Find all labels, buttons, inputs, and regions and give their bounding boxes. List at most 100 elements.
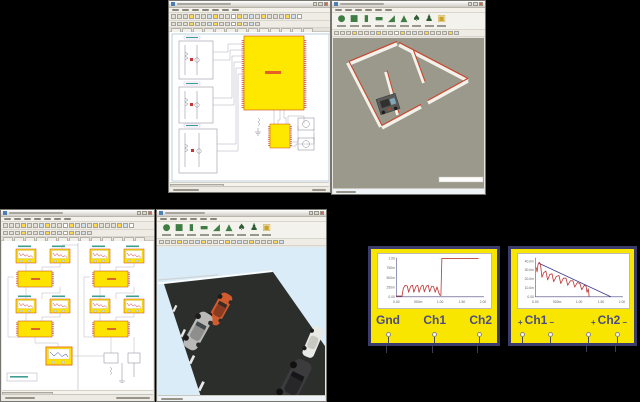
sheet-tab[interactable]: [237, 28, 247, 32]
titlebar[interactable]: [332, 1, 485, 8]
sheet-tab[interactable]: [135, 237, 145, 241]
toolbar-button[interactable]: [207, 240, 212, 245]
maximize-button[interactable]: [142, 211, 147, 215]
toolbar-button[interactable]: [189, 240, 194, 245]
toolbar-button[interactable]: [171, 240, 176, 245]
toolbar-button[interactable]: [207, 22, 212, 27]
toolbar-button[interactable]: [430, 31, 435, 36]
ic-block[interactable]: [93, 321, 129, 337]
toolbar-button[interactable]: [418, 31, 423, 36]
viewport-scrollbar[interactable]: [439, 177, 483, 182]
toolbar-button[interactable]: [129, 223, 134, 228]
toolbar-button[interactable]: [33, 231, 38, 236]
toolbar-button[interactable]: [123, 223, 128, 228]
toolbar-button[interactable]: [237, 14, 242, 19]
menu-item[interactable]: [34, 218, 41, 220]
mini-scope[interactable]: [50, 249, 70, 263]
menu-item[interactable]: [375, 9, 382, 11]
menu-item[interactable]: [24, 218, 31, 220]
toolbar-button[interactable]: [183, 14, 188, 19]
sheet-tab[interactable]: [102, 237, 112, 241]
menu-item[interactable]: [385, 9, 392, 11]
sheet-tab[interactable]: [14, 237, 24, 241]
titlebar[interactable]: [169, 1, 330, 8]
menu-item[interactable]: [172, 9, 179, 11]
toolbar-button[interactable]: [237, 240, 242, 245]
toolbar-button[interactable]: [243, 14, 248, 19]
menu-item[interactable]: [54, 218, 61, 220]
minimize-button[interactable]: [137, 211, 142, 215]
sheet-tab[interactable]: [36, 237, 46, 241]
toolbar-button[interactable]: [400, 31, 405, 36]
cylinder-tool-button[interactable]: ▮: [362, 14, 371, 27]
toolbar-button[interactable]: [364, 31, 369, 36]
motor-driver-ic[interactable]: [269, 124, 291, 148]
toolbar-button[interactable]: [177, 22, 182, 27]
schematic-canvas[interactable]: [2, 241, 153, 392]
toolbar-button[interactable]: [279, 14, 284, 19]
toolbar-button[interactable]: [225, 240, 230, 245]
toolbar-button[interactable]: [63, 223, 68, 228]
toolbar-button[interactable]: [267, 240, 272, 245]
maze-viewport[interactable]: [333, 38, 484, 189]
toolbar-button[interactable]: [207, 14, 212, 19]
cube-tool-button[interactable]: ■: [350, 14, 359, 27]
toolbar-button[interactable]: [255, 240, 260, 245]
toolbar-button[interactable]: [3, 231, 8, 236]
sheet-tab[interactable]: [91, 237, 101, 241]
toolbar-button[interactable]: [448, 31, 453, 36]
toolbar-button[interactable]: [267, 14, 272, 19]
menu-item[interactable]: [170, 218, 177, 220]
sheet-tab[interactable]: [25, 237, 35, 241]
figure-tool-button[interactable]: ♟: [425, 14, 434, 27]
toolbar-button[interactable]: [3, 223, 8, 228]
toolbar-button[interactable]: [388, 31, 393, 36]
close-button[interactable]: [324, 2, 329, 6]
toolbar-button[interactable]: [225, 22, 230, 27]
toolbar-button[interactable]: [255, 22, 260, 27]
mcu-ic[interactable]: [243, 36, 305, 110]
toolbar-button[interactable]: [81, 231, 86, 236]
sheet-tab[interactable]: [281, 28, 291, 32]
material-tool-button[interactable]: ▣: [262, 223, 271, 236]
pyramid-tool-button[interactable]: ▲: [400, 14, 409, 27]
toolbar-button[interactable]: [171, 22, 176, 27]
toolbar-button[interactable]: [279, 240, 284, 245]
toolbar-button[interactable]: [45, 223, 50, 228]
material-tool-button[interactable]: ▣: [437, 14, 446, 27]
menu-item[interactable]: [190, 218, 197, 220]
toolbar-button[interactable]: [21, 223, 26, 228]
sheet-tab[interactable]: [171, 28, 181, 32]
menu-item[interactable]: [4, 218, 11, 220]
tree-tool-button[interactable]: ♠: [412, 14, 421, 27]
figure-tool-button[interactable]: ♟: [250, 223, 259, 236]
toolbar-button[interactable]: [195, 14, 200, 19]
menu-item[interactable]: [14, 218, 21, 220]
toolbar-button[interactable]: [165, 240, 170, 245]
toolbar-button[interactable]: [243, 22, 248, 27]
sheet-tab[interactable]: [113, 237, 123, 241]
close-button[interactable]: [479, 2, 484, 6]
mini-scope[interactable]: [124, 299, 144, 313]
menu-item[interactable]: [222, 9, 229, 11]
toolbar-button[interactable]: [9, 223, 14, 228]
toolbar-button[interactable]: [189, 22, 194, 27]
toolbar-button[interactable]: [117, 223, 122, 228]
toolbar-button[interactable]: [51, 231, 56, 236]
toolbar-button[interactable]: [27, 231, 32, 236]
toolbar-button[interactable]: [237, 22, 242, 27]
toolbar-button[interactable]: [93, 223, 98, 228]
menu-item[interactable]: [182, 9, 189, 11]
cube-tool-button[interactable]: ■: [175, 223, 184, 236]
toolbar-button[interactable]: [213, 14, 218, 19]
menu-item[interactable]: [202, 9, 209, 11]
toolbar-button[interactable]: [87, 223, 92, 228]
toolbar-button[interactable]: [87, 231, 92, 236]
sheet-tab[interactable]: [124, 237, 134, 241]
toolbar-button[interactable]: [69, 231, 74, 236]
menu-item[interactable]: [335, 9, 342, 11]
toolbar-button[interactable]: [219, 240, 224, 245]
toolbar-button[interactable]: [255, 14, 260, 19]
menu-item[interactable]: [44, 218, 51, 220]
schematic-canvas[interactable]: [170, 32, 329, 184]
